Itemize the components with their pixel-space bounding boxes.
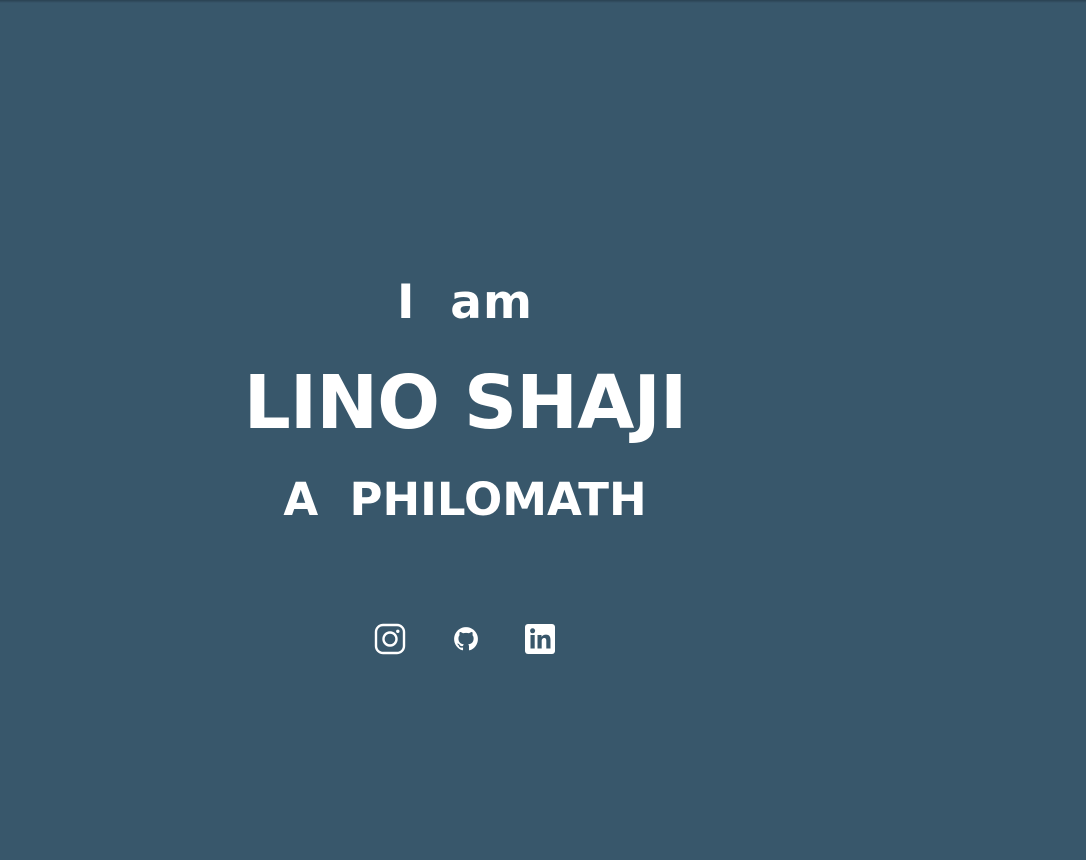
github-icon xyxy=(454,627,478,651)
hero-tagline: A PHILOMATH xyxy=(283,473,647,526)
linkedin-icon xyxy=(525,624,555,654)
github-link[interactable] xyxy=(449,622,483,656)
social-links xyxy=(373,622,563,658)
intro-text: I am xyxy=(397,275,533,330)
instagram-icon xyxy=(374,623,406,655)
linkedin-link[interactable] xyxy=(523,622,557,656)
hero-name: LINO SHAJI xyxy=(243,360,688,446)
instagram-link[interactable] xyxy=(373,622,407,656)
hero-section: I am LINO SHAJI A PHILOMATH xyxy=(0,0,930,860)
